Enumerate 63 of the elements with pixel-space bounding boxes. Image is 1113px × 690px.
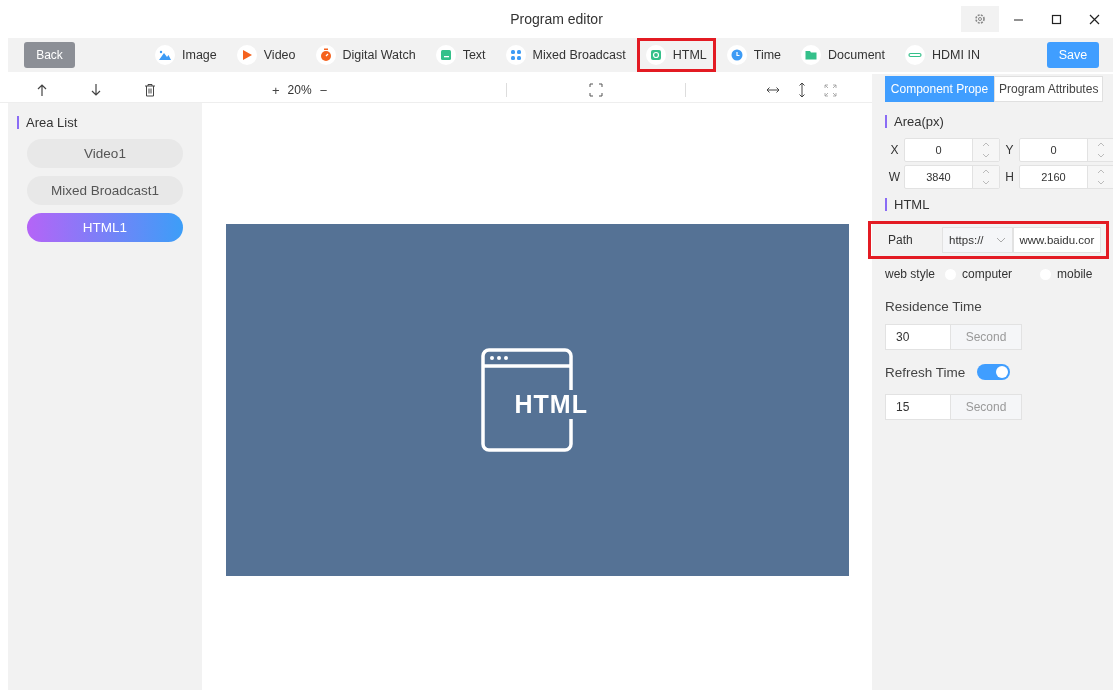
move-down-icon[interactable] — [90, 83, 102, 97]
zoom-level: 20% — [287, 83, 312, 97]
tool-button[interactable]: Time — [717, 38, 791, 72]
image-icon — [155, 45, 175, 65]
delete-icon[interactable] — [144, 83, 156, 97]
settings-button[interactable] — [961, 6, 999, 32]
number-field[interactable]: 0 — [904, 138, 1000, 162]
tool-button[interactable]: Image — [146, 38, 226, 72]
settings-icon — [974, 13, 986, 25]
horizontal-stretch-icon[interactable] — [766, 85, 780, 95]
fullscreen-icon[interactable] — [824, 83, 837, 97]
spin-down-icon[interactable] — [1097, 153, 1105, 158]
radio-option[interactable]: mobile — [1040, 267, 1093, 281]
refresh-time-field[interactable]: 15 Second — [885, 394, 1022, 420]
field-label: X — [889, 143, 900, 157]
tool-button[interactable]: HTML — [636, 38, 716, 72]
close-icon — [1088, 13, 1100, 25]
spin-up-icon[interactable] — [1097, 142, 1105, 147]
tool-button[interactable]: Document — [792, 38, 895, 72]
spin-down-icon[interactable] — [982, 180, 990, 185]
section-heading: Area List — [8, 113, 202, 131]
spin-down-icon[interactable] — [982, 153, 990, 158]
caret-icon — [995, 237, 1006, 243]
web-style-label: web style — [885, 267, 936, 281]
tool-button[interactable]: Video — [227, 38, 305, 72]
number-field[interactable]: 2160 — [1019, 165, 1113, 189]
tool-button[interactable]: HDMI IN — [896, 38, 989, 72]
url-field[interactable]: www.baidu.cor — [1012, 227, 1101, 253]
protocol-dropdown[interactable]: https:// — [941, 227, 1013, 253]
residence-time-label: Residence Time — [885, 299, 983, 314]
field-label: Y — [1004, 143, 1015, 157]
spin-down-icon[interactable] — [1097, 180, 1105, 185]
window-title: Program editor — [510, 11, 603, 27]
refresh-toggle[interactable] — [977, 364, 1011, 380]
time-icon — [726, 45, 747, 65]
residence-time-field[interactable]: 30 Second — [885, 324, 1022, 350]
path-label: Path — [888, 233, 914, 247]
section-heading: Area(px) — [885, 112, 1113, 130]
spin-up-icon[interactable] — [1097, 169, 1105, 174]
field-label: H — [1004, 170, 1015, 184]
maximize-icon — [1050, 13, 1062, 25]
tool-button[interactable]: Digital Watch — [306, 38, 425, 72]
watch-icon — [315, 45, 336, 65]
area-item[interactable]: Mixed Broadcast1 — [27, 176, 183, 205]
field-label: W — [887, 170, 902, 184]
radio-option[interactable]: computer — [945, 267, 1013, 281]
section-heading: HTML — [885, 195, 1113, 213]
properties-tab[interactable]: Program Attributes — [994, 76, 1103, 102]
number-field[interactable]: 0 — [1019, 138, 1113, 162]
fit-screen-icon[interactable] — [589, 83, 603, 97]
tool-button[interactable]: Text — [426, 38, 495, 72]
zoom-in-button[interactable]: + — [272, 82, 280, 98]
move-up-icon[interactable] — [36, 83, 48, 97]
refresh-time-label: Refresh Time — [885, 364, 966, 380]
spin-up-icon[interactable] — [982, 142, 990, 147]
spin-up-icon[interactable] — [982, 169, 990, 174]
tool-button[interactable]: Mixed Broadcast — [496, 38, 635, 72]
vertical-stretch-icon[interactable] — [797, 82, 807, 98]
video-icon — [236, 45, 257, 65]
html-area[interactable]: HTML — [226, 224, 849, 576]
area-item[interactable]: Video1 — [27, 139, 183, 168]
number-field[interactable]: 3840 — [904, 165, 1000, 189]
zoom-out-button[interactable]: − — [319, 82, 328, 98]
